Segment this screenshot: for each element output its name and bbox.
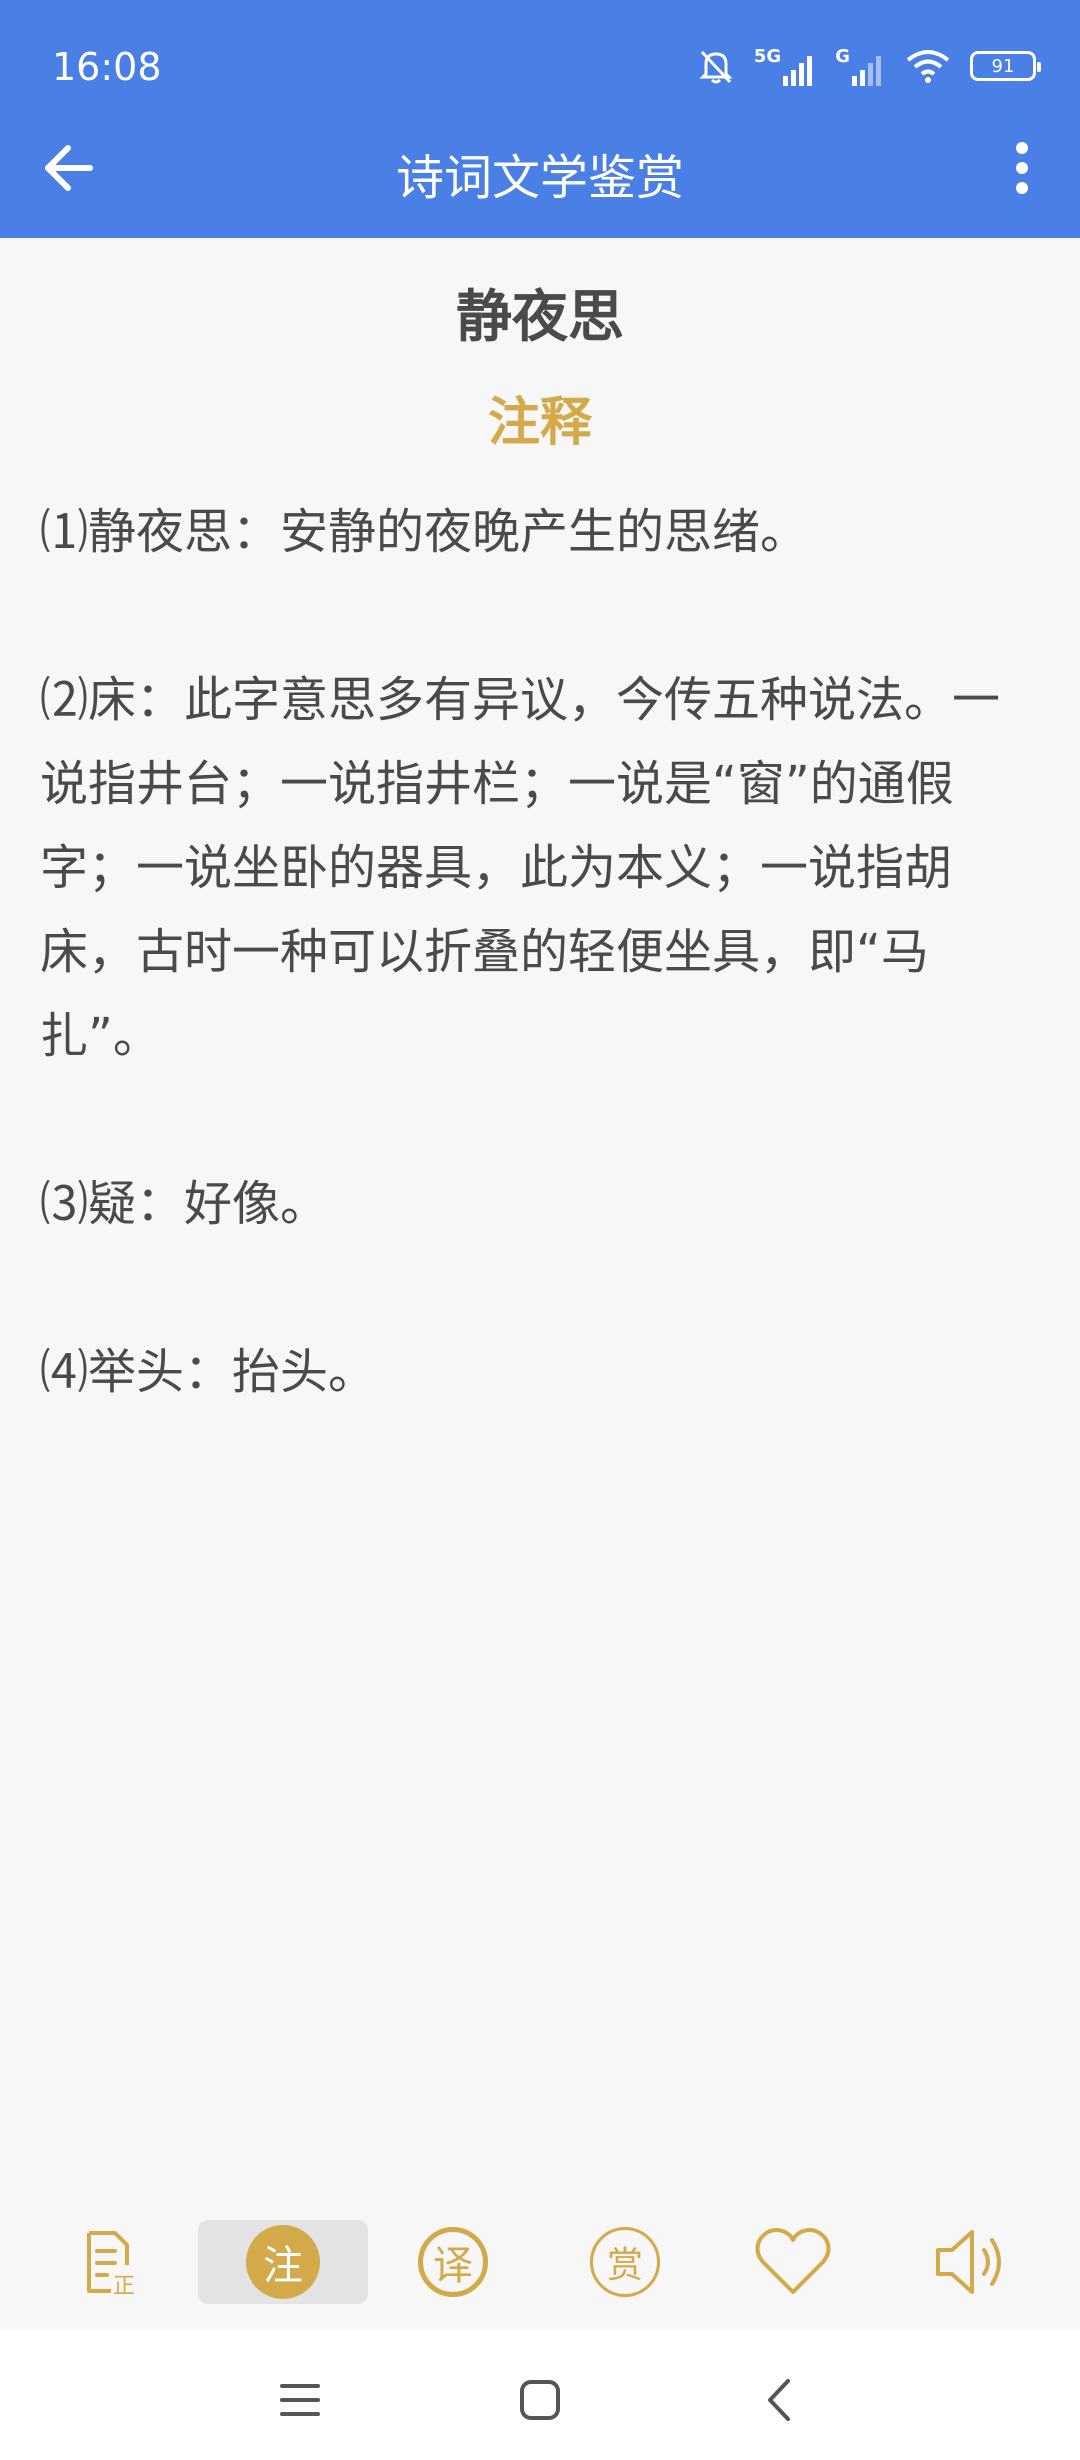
toolbar-title: 诗词文学鉴赏 [395,150,684,206]
battery-icon: 91 [970,51,1041,81]
read-aloud-button[interactable] [920,2220,1020,2304]
zhu-circle-icon: 注 [246,2225,320,2299]
appreciation-button[interactable]: 赏 [580,2220,670,2304]
app-bar: 16:08 5G G 91 诗词文学鉴赏 [0,0,1080,238]
battery-level: 91 [991,55,1015,77]
signal-bars-weak-icon [852,56,881,86]
wifi-icon [906,50,950,83]
original-text-button[interactable]: 正 [60,2220,160,2304]
status-icons: 5G G 91 [696,44,1041,88]
system-back-button[interactable] [740,2360,820,2440]
translation-button[interactable]: 译 [408,2220,498,2304]
notes-list: ⑴静夜思：安静的夜晚产生的思绪。 ⑵床：此字意思多有异议，今传五种说法。一说指井… [40,490,1040,1498]
yi-circle-icon: 译 [418,2227,488,2297]
heart-icon [755,2228,831,2294]
zhu-glyph: 注 [263,2243,303,2289]
speaker-icon [936,2230,1001,2294]
signal-5g-label: 5G [753,46,782,67]
favorite-button[interactable] [748,2220,838,2304]
shang-glyph: 赏 [606,2245,643,2286]
yi-glyph: 译 [433,2243,473,2289]
signal-5g: 5G [754,46,817,86]
system-nav-bar [0,2330,1080,2460]
recent-apps-button[interactable] [260,2360,340,2440]
bottom-action-bar: 正 注 译 赏 [0,2210,1080,2320]
section-title: 注释 [487,393,592,453]
home-button[interactable] [500,2360,580,2440]
status-time: 16:08 [52,45,162,89]
more-vert-icon [1016,142,1028,194]
document-zheng-icon: 正 [87,2231,135,2297]
chevron-left-icon [768,2379,790,2421]
signal-g-label: G [835,46,850,67]
note-item: ⑶疑：好像。 [40,1176,329,1232]
square-home-icon [520,2380,560,2420]
note-item: ⑷举头：抬头。 [40,1344,377,1400]
signal-bars-icon [783,56,813,86]
signal-g: G [835,46,886,86]
shang-circle-icon: 赏 [590,2227,660,2297]
note-item: ⑴静夜思：安静的夜晚产生的思绪。 [40,504,809,560]
menu-lines-icon [280,2384,320,2416]
mute-bell-icon [699,50,733,84]
notes-tab-button[interactable]: 注 [198,2220,368,2304]
more-options-button[interactable] [990,136,1054,200]
svg-text:正: 正 [113,2274,135,2297]
note-item: ⑵床：此字意思多有异议，今传五种说法。一说指井台；一说指井栏；一说是“窗”的通假… [40,672,1001,1064]
poem-title: 静夜思 [456,285,624,350]
